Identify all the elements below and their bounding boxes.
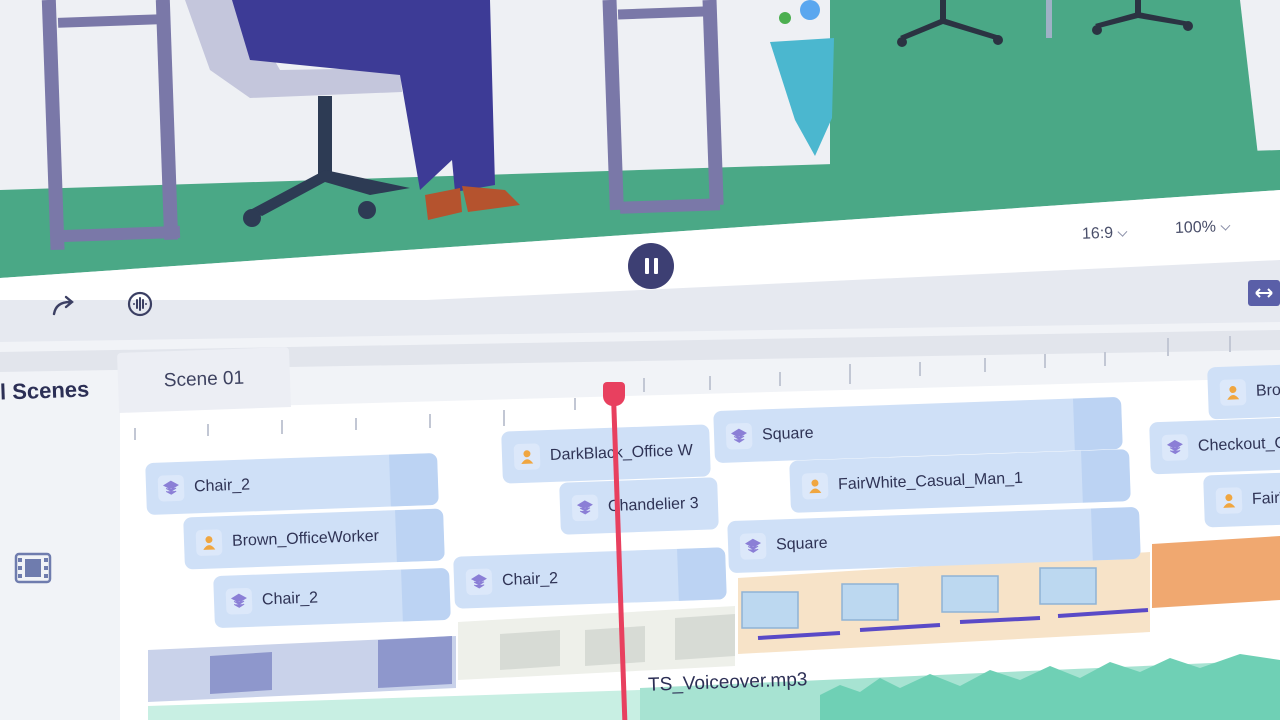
scenes-panel-title: l Scenes (0, 376, 90, 405)
clip-end-cap (1081, 449, 1131, 503)
clip-label: Chandelier 3 (607, 494, 699, 516)
clip-label: Checkout_Cou (1197, 434, 1280, 455)
clip-end-cap (677, 547, 727, 601)
timeline-clip[interactable]: Chair_2 (453, 547, 727, 609)
aspect-ratio-value: 16:9 (1081, 224, 1114, 243)
clip-label: FairWhite_Casual_Man_1 (837, 469, 1024, 494)
prop-icon (725, 422, 753, 450)
clip-end-cap (389, 452, 439, 507)
zoom-value: 100% (1174, 218, 1217, 237)
prop-icon (225, 587, 253, 615)
timeline-clip[interactable]: DarkBlack_Office W (501, 424, 711, 484)
clip-end-cap (1090, 506, 1141, 561)
character-icon (801, 472, 829, 500)
pause-icon (644, 258, 649, 274)
character-icon (1215, 487, 1243, 515)
pause-button[interactable] (628, 243, 674, 289)
film-strip-icon[interactable] (14, 551, 52, 585)
prop-icon (157, 474, 185, 502)
clip-label: Brown (1255, 381, 1280, 400)
clip-end-cap (1072, 396, 1123, 451)
timeline-clip[interactable]: Brown (1207, 364, 1280, 420)
timeline-clip[interactable]: Chair_2 (213, 567, 451, 629)
timeline-clip[interactable]: Chair_2 (145, 452, 439, 516)
timeline-clip[interactable]: Chandelier 3 (559, 477, 719, 535)
clip-label: Chair_2 (193, 476, 251, 496)
playhead-handle[interactable] (603, 382, 625, 406)
character-icon (195, 529, 223, 557)
clip-end-cap (395, 508, 445, 563)
clip-label: Square (761, 424, 814, 444)
zoom-select[interactable]: 100% (1174, 218, 1231, 238)
prop-icon (739, 532, 767, 560)
timeline-clip[interactable]: Checkout_Cou (1149, 417, 1280, 475)
pause-icon-bar (653, 258, 658, 274)
clip-end-cap (401, 567, 451, 622)
clip-label: Chair_2 (261, 589, 319, 609)
character-icon (513, 443, 541, 471)
clip-label: FairWh (1251, 489, 1280, 508)
clip-label: DarkBlack_Office W (549, 441, 694, 464)
fit-width-icon (1255, 288, 1273, 298)
clip-label: Square (775, 534, 828, 554)
tab-scene-01[interactable]: Scene 01 (117, 347, 291, 413)
scene-tab-label: Scene 01 (163, 367, 245, 392)
prop-icon (1161, 434, 1189, 462)
prop-icon (465, 568, 493, 596)
clip-label: Chair_2 (501, 570, 559, 590)
video-editor: 16:9 100% Scene 01 l Scenes Chair_2 Brow… (0, 0, 1280, 720)
prop-icon (571, 494, 599, 522)
aspect-ratio-select[interactable]: 16:9 (1081, 224, 1128, 244)
timeline-clip[interactable]: FairWh (1203, 472, 1280, 528)
clip-label: Brown_OfficeWorker (231, 527, 380, 550)
character-icon (1219, 379, 1247, 406)
timeline-clip[interactable]: Brown_OfficeWorker (183, 508, 445, 570)
